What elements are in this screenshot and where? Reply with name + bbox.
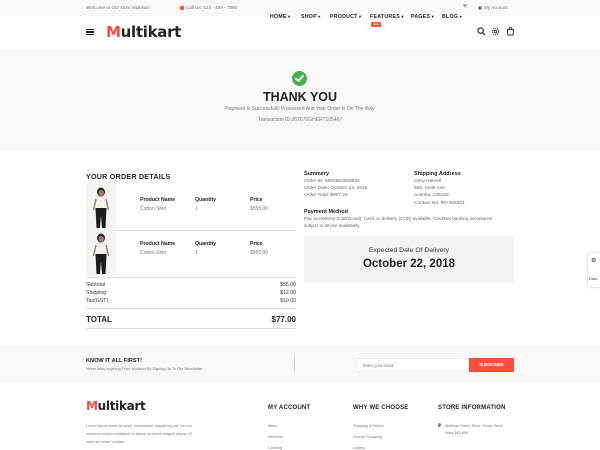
product-image[interactable] [86, 230, 116, 276]
quantity-col: Quantity 1 [195, 197, 217, 212]
payment-message: Payment Is Successfully Processed And Yo… [225, 106, 375, 112]
expected-delivery-box: Expected Date Of Delivery October 22, 20… [304, 236, 514, 283]
thank-you-title: THANK YOU [262, 90, 338, 104]
footer-link-shipping[interactable]: Shipping & Return [353, 424, 384, 428]
tax-row: Tax(GST) $10.00 [86, 298, 296, 304]
dark-mode-toggle[interactable]: Dark [589, 276, 597, 281]
nav-pages[interactable]: PAGES▾ [411, 14, 434, 20]
subscribe-button[interactable]: SUBSCRIBE [469, 358, 514, 372]
product-name-col: Product Name Cotton Shirt [140, 197, 176, 212]
quantity-col: Quantity 1 [195, 241, 217, 256]
call-us: Call Us: 123 - 456 - 7890 [180, 5, 237, 10]
thank-you-section: THANK YOU Payment Is Successfully Proces… [0, 50, 600, 150]
footer-link-mens[interactable]: Mens [268, 424, 277, 428]
email-input[interactable] [356, 358, 469, 372]
footer-store-title: STORE INFORMATION [438, 405, 506, 411]
order-total: Order Total: $907.28 [304, 193, 348, 199]
shipping-value: $12.00 [280, 290, 296, 296]
product-qty: 1 [195, 206, 198, 212]
transaction-id: Transaction ID:267676GHERT105467 [257, 117, 343, 123]
footer-logo[interactable]: Multikart [86, 399, 146, 413]
footer-link-gallery[interactable]: Gallery [353, 446, 365, 450]
product-image[interactable] [86, 184, 116, 230]
phone-icon [180, 5, 184, 10]
footer-link-clothing[interactable]: Clothing [268, 446, 282, 450]
divider [86, 328, 296, 329]
tax-value: $10.00 [280, 298, 296, 304]
divider [86, 308, 296, 309]
order-date: Order Date: October 22, 2018 [304, 186, 368, 192]
chevron-down-icon: ▾ [459, 14, 462, 19]
summary-details: Order ID: 5563853658932 Order Date: Octo… [304, 178, 367, 200]
nav-product[interactable]: PRODUCT▾ [330, 14, 361, 20]
product-qty: 1 [195, 250, 198, 256]
price-col: Price $555.00 [250, 197, 269, 212]
chevron-down-icon: ▾ [358, 14, 362, 19]
nav-home[interactable]: HOME▾ [270, 14, 290, 20]
welcome-text: Welcome to Our store Multikart [86, 5, 150, 10]
order-id: Order ID: 5563853658932 [304, 179, 360, 184]
grand-total-value: $77.00 [271, 315, 296, 324]
product-name-col: Product Name Cotton Shirt [140, 241, 176, 256]
theme-settings-widget[interactable]: ⚙ Dark [588, 253, 600, 287]
heart-icon[interactable]: ♥ [463, 3, 467, 10]
divider [86, 277, 296, 278]
my-account-link[interactable]: My Account [478, 5, 508, 10]
menu-icon[interactable] [86, 29, 94, 36]
footer-why-title: WHY WE CHOOSE [353, 405, 409, 411]
chevron-down-icon: ▾ [317, 14, 321, 19]
shipping-row: Shipping $12.00 [86, 290, 296, 296]
my-account-label: My Account [484, 5, 508, 10]
product-price: $555.00 [250, 206, 269, 212]
divider [294, 356, 295, 373]
delivery-label: Expected Date Of Delivery [368, 247, 450, 254]
nav-shop[interactable]: SHOP▾ [301, 14, 320, 20]
chevron-down-icon: ▾ [400, 14, 404, 19]
subtotal-value: $55.00 [280, 282, 296, 288]
footer-my-account-title: MY ACCOUNT [268, 405, 311, 411]
price-col: Price $555.00 [250, 241, 269, 256]
new-badge: new [371, 22, 381, 27]
footer-link-womens[interactable]: Womens [268, 435, 283, 439]
chevron-down-icon: ▾ [431, 14, 434, 19]
map-pin-icon [438, 423, 441, 427]
newsletter-section: KNOW IT ALL FIRST! Never Miss Anything F… [0, 346, 600, 382]
shipping-address: Gerg Harvell 568, Suite Ave. Austrlia, 2… [414, 179, 465, 206]
product-name: Cotton Shirt [140, 206, 167, 212]
subtotal-row: Subtotal $55.00 [86, 282, 296, 288]
newsletter-title: KNOW IT ALL FIRST! [86, 358, 142, 364]
order-item: Product Name Cotton Shirt Quantity 1 Price… [86, 230, 296, 276]
order-item: Product Name Cotton Shirt Quantity 1 Price… [86, 184, 296, 230]
user-icon [478, 5, 482, 10]
call-text: Call Us: 123 - 456 - 7890 [186, 5, 238, 10]
nav-features[interactable]: FEATURES▾ [370, 14, 403, 20]
footer-about: Lorem ipsum dolor sit amet, consectetur … [86, 424, 192, 444]
footer-link-secure[interactable]: Secure Shopping [353, 435, 382, 439]
delivery-date: October 22, 2018 [362, 258, 456, 270]
grand-total-row: TOTAL $77.00 [86, 315, 296, 324]
gear-icon[interactable]: ⚙ [591, 257, 596, 264]
top-bar: Welcome to Our store Multikart Call Us: … [0, 0, 600, 16]
product-name: Cotton Shirt [140, 250, 167, 256]
search-icon[interactable] [477, 27, 486, 36]
nav-blog[interactable]: BLOG▾ [442, 14, 462, 20]
payment-method-title: Payment Method [304, 209, 349, 215]
gear-icon[interactable] [491, 27, 500, 36]
chevron-down-icon: ▾ [287, 14, 291, 19]
check-circle-icon [292, 71, 307, 86]
product-price: $555.00 [250, 250, 269, 256]
payment-method-text: Pay on Delivery (Cash/Card). Cash on del… [304, 216, 493, 228]
store-address: Multikart Demo Store, Demo Store India 3… [438, 423, 503, 437]
cart-icon[interactable] [506, 27, 515, 36]
order-details-title: YOUR ORDER DETAILS [86, 172, 171, 181]
shipping-address-title: Shipping Address [414, 171, 461, 177]
summary-title: Summery [304, 171, 330, 177]
logo[interactable]: Multikart [106, 23, 181, 41]
newsletter-subtitle: Never Miss Anything From Multikart By Si… [86, 367, 204, 371]
